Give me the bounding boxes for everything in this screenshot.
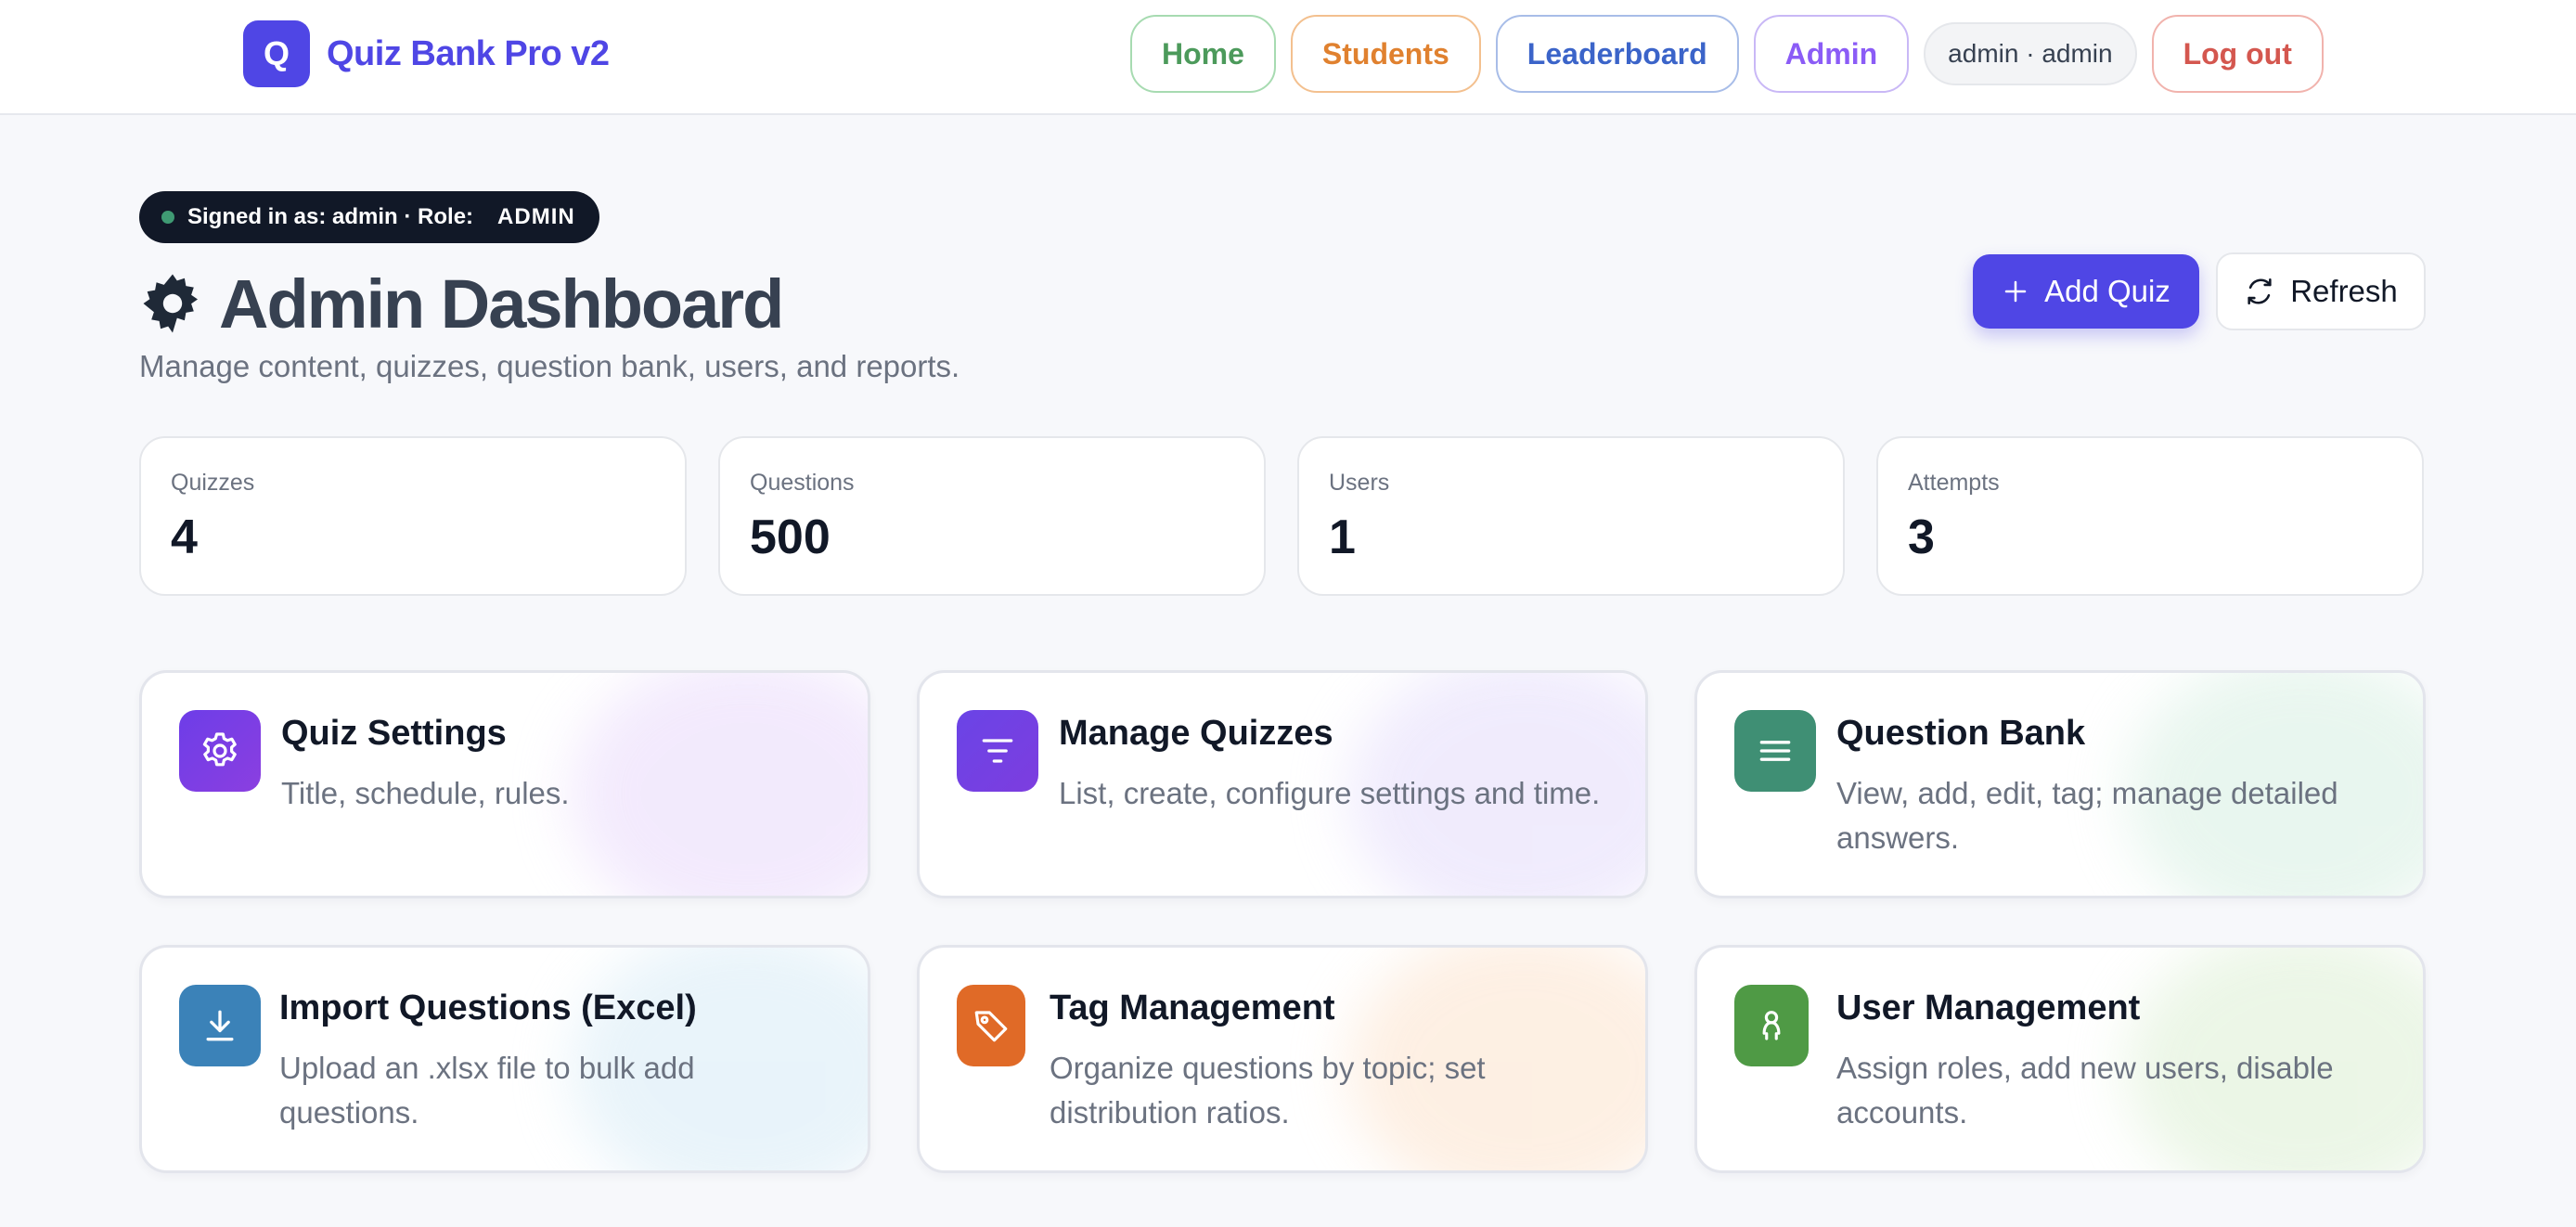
stat-label: Quizzes (171, 470, 255, 496)
stat-value: 1 (1329, 510, 1356, 564)
card-title: Manage Quizzes (1059, 714, 1333, 753)
refresh-icon (2248, 278, 2272, 305)
stat-card-attempts: Attempts 3 (1876, 436, 2424, 596)
card-import-questions[interactable]: Import Questions (Excel) Upload an .xlsx… (139, 945, 870, 1173)
card-title: Import Questions (Excel) (279, 988, 697, 1027)
signed-in-text: Signed in as: admin · Role: (187, 204, 474, 229)
stat-card-quizzes: Quizzes 4 (139, 436, 687, 596)
card-tag-management[interactable]: Tag Management Organize questions by top… (917, 945, 1648, 1173)
page-title: Admin Dashboard (139, 262, 784, 345)
brand-logo: Q (243, 20, 310, 87)
main-nav: Home Students Leaderboard Admin admin · … (1130, 15, 2324, 93)
stat-label: Attempts (1908, 470, 2000, 496)
refresh-button[interactable]: Refresh (2216, 252, 2426, 330)
card-manage-quizzes[interactable]: Manage Quizzes List, create, configure s… (917, 670, 1648, 898)
card-description: Organize questions by topic; set distrib… (1050, 1051, 1486, 1130)
refresh-label: Refresh (2290, 274, 2398, 308)
card-quiz-settings[interactable]: Quiz Settings Title, schedule, rules. (139, 670, 870, 898)
gear-icon (179, 710, 261, 792)
stat-label: Questions (750, 470, 855, 496)
signed-in-badge: Signed in as: admin · Role: ADMIN (139, 191, 599, 243)
brand[interactable]: Q Quiz Bank Pro v2 (243, 20, 610, 87)
list-filter-icon (957, 710, 1038, 792)
card-description: List, create, configure settings and tim… (1059, 776, 1601, 810)
card-description: View, add, edit, tag; manage detailed an… (1836, 776, 2338, 855)
top-navbar: Q Quiz Bank Pro v2 Home Students Leaderb… (0, 0, 2576, 115)
card-title: User Management (1836, 988, 2141, 1027)
nav-leaderboard-link[interactable]: Leaderboard (1495, 15, 1739, 93)
current-user-badge: admin · admin (1924, 22, 2137, 85)
stat-value: 500 (750, 510, 831, 564)
status-dot-icon (161, 211, 174, 224)
card-title: Quiz Settings (281, 714, 507, 753)
tag-icon (957, 985, 1025, 1066)
card-description: Upload an .xlsx file to bulk add questio… (279, 1051, 695, 1130)
stat-label: Users (1329, 470, 1390, 496)
stat-card-questions: Questions 500 (718, 436, 1266, 596)
card-title: Tag Management (1050, 988, 1335, 1027)
plus-icon (2004, 280, 2027, 303)
download-icon (179, 985, 261, 1066)
stat-card-users: Users 1 (1297, 436, 1845, 596)
stat-value: 4 (171, 510, 198, 564)
page-title-text: Admin Dashboard (219, 265, 784, 342)
logout-button[interactable]: Log out (2151, 15, 2324, 93)
brand-name: Quiz Bank Pro v2 (327, 33, 610, 73)
menu-lines-icon (1734, 710, 1816, 792)
user-icon (1734, 985, 1809, 1066)
card-user-management[interactable]: User Management Assign roles, add new us… (1694, 945, 2426, 1173)
card-description: Title, schedule, rules. (281, 776, 570, 810)
card-title: Question Bank (1836, 714, 2086, 753)
role-value: ADMIN (497, 204, 575, 229)
card-description: Assign roles, add new users, disable acc… (1836, 1051, 2334, 1130)
nav-home-link[interactable]: Home (1130, 15, 1276, 93)
page-subtitle: Manage content, quizzes, question bank, … (139, 349, 960, 383)
add-quiz-label: Add Quiz (2044, 274, 2170, 308)
nav-admin-link[interactable]: Admin (1753, 15, 1910, 93)
card-question-bank[interactable]: Question Bank View, add, edit, tag; mana… (1694, 670, 2426, 898)
gear-icon (143, 274, 198, 333)
stat-value: 3 (1908, 510, 1935, 564)
nav-students-link[interactable]: Students (1290, 15, 1481, 93)
add-quiz-button[interactable]: Add Quiz (1973, 254, 2199, 329)
